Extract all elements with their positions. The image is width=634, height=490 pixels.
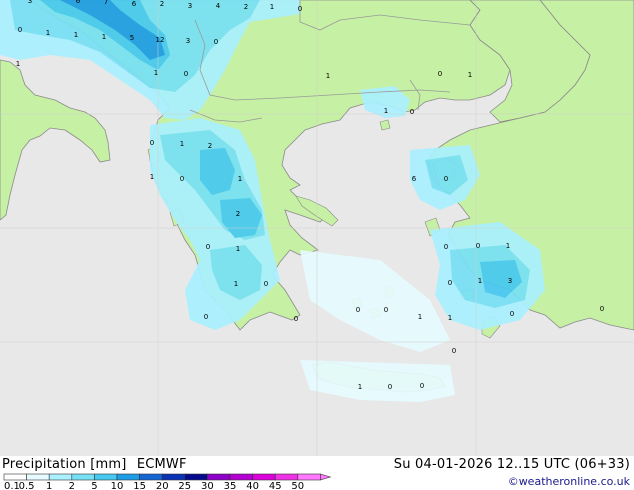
station-value: 7 xyxy=(104,0,108,6)
station-value: 1 xyxy=(150,173,154,181)
scale-color-box xyxy=(207,473,231,481)
station-value: 0 xyxy=(180,175,184,183)
scale-color-box xyxy=(161,473,186,481)
land-thasos xyxy=(379,119,391,131)
station-value: 0 xyxy=(420,382,424,390)
station-value: 1 xyxy=(180,140,184,148)
station-value: 2 xyxy=(208,142,212,150)
station-value: 3 xyxy=(508,277,512,285)
station-value: 2 xyxy=(160,0,164,8)
station-value: 1 xyxy=(468,71,472,79)
scale-overflow-arrow xyxy=(320,473,332,481)
station-value: 0 xyxy=(18,26,22,34)
station-value: 0 xyxy=(294,315,298,323)
station-value: 0 xyxy=(410,108,414,116)
scale-color-box xyxy=(297,473,321,481)
scale-tick-label: 0.1 xyxy=(4,481,20,490)
scale-tick-label: 20 xyxy=(156,481,169,490)
scale-tick-label: 5 xyxy=(91,481,97,490)
scale-tick-label: 0.5 xyxy=(19,481,35,490)
scale-tick-label: 15 xyxy=(133,481,146,490)
station-value: 0 xyxy=(206,243,210,251)
map-title: Precipitation [mm] ECMWF xyxy=(2,457,187,472)
scale-tick-label: 45 xyxy=(269,481,282,490)
scale-tick-label: 40 xyxy=(246,481,259,490)
station-value: 12 xyxy=(156,36,165,44)
scale-color-box xyxy=(26,473,50,481)
station-value: 0 xyxy=(356,306,360,314)
station-value: 1 xyxy=(326,72,330,80)
scale-color-box xyxy=(48,473,73,481)
station-value: 0 xyxy=(204,313,208,321)
station-value: 1 xyxy=(236,245,240,253)
station-value: 2 xyxy=(236,210,240,218)
station-value: 0 xyxy=(476,242,480,250)
scale-color-box xyxy=(229,473,253,481)
scale-color-boxes xyxy=(3,473,332,481)
scale-color-box xyxy=(184,473,208,481)
weather-map-view: 3 6 7 6 2 3 4 2 1 0 0 1 1 1 5 12 3 0 1 1 0 1 0 1 1 0 0 1 2 1 0 1 2 6 0 0 1 0 0… xyxy=(0,0,634,490)
station-value: 6 xyxy=(412,175,417,183)
station-value: 1 xyxy=(384,107,388,115)
station-value: 1 xyxy=(448,314,452,322)
station-value: 0 xyxy=(510,310,514,318)
scale-color-box xyxy=(94,473,118,481)
scale-color-box xyxy=(71,473,95,481)
station-value: 0 xyxy=(150,139,154,147)
station-value: 1 xyxy=(418,313,422,321)
station-value: 1 xyxy=(238,175,242,183)
station-value: 3 xyxy=(186,37,190,45)
scale-color-box xyxy=(139,473,163,481)
station-value: 0 xyxy=(444,175,448,183)
station-value: 1 xyxy=(358,383,362,391)
station-value: 1 xyxy=(74,31,78,39)
precipitation-color-scale: 0.10.5 1 2 5 10 15 20 25 30 35 40 45 50 xyxy=(3,473,332,490)
valid-time-label: Su 04-01-2026 12..15 UTC (06+33) xyxy=(393,457,630,472)
scale-tick-label: 50 xyxy=(291,481,304,490)
map-title-text: Precipitation [mm] xyxy=(2,457,127,472)
station-value: 0 xyxy=(264,280,268,288)
station-value: 6 xyxy=(76,0,81,5)
station-value: 0 xyxy=(600,305,604,313)
station-value: 5 xyxy=(130,34,134,42)
station-value: 0 xyxy=(448,279,452,287)
station-value: 0 xyxy=(388,383,392,391)
scale-tick-label: 2 xyxy=(69,481,75,490)
station-value: 1 xyxy=(478,277,482,285)
station-value: 0 xyxy=(298,5,302,13)
station-value: 1 xyxy=(102,33,106,41)
scale-tick-label: 30 xyxy=(201,481,214,490)
station-value: 2 xyxy=(244,3,248,11)
scale-color-box xyxy=(3,473,27,481)
credit-link[interactable]: ©weatheronline.co.uk xyxy=(508,475,630,488)
station-value: 1 xyxy=(506,242,510,250)
station-value: 6 xyxy=(132,0,137,8)
scale-tick-label: 25 xyxy=(178,481,191,490)
station-value: 0 xyxy=(384,306,388,314)
station-value: 0 xyxy=(214,38,218,46)
scale-color-box xyxy=(116,473,140,481)
station-value: 1 xyxy=(16,60,20,68)
station-value: 0 xyxy=(438,70,442,78)
scale-tick-label: 1 xyxy=(46,481,52,490)
station-value: 4 xyxy=(216,2,221,10)
station-value: 1 xyxy=(46,29,50,37)
scale-tick-labels: 0.10.5 1 2 5 10 15 20 25 30 35 40 45 50 xyxy=(4,481,304,490)
station-value: 0 xyxy=(444,243,448,251)
scale-color-box xyxy=(252,473,276,481)
map-model-name: ECMWF xyxy=(136,457,187,472)
precipitation-map: 3 6 7 6 2 3 4 2 1 00 1 1 1 5 12 3 011 0 1 0 11 00 1 21 0 126 00 1 0 0… xyxy=(0,0,634,456)
station-value: 0 xyxy=(452,347,456,355)
station-value: 3 xyxy=(188,2,192,10)
station-value: 0 xyxy=(184,70,188,78)
station-value: 1 xyxy=(270,3,274,11)
scale-color-box xyxy=(274,473,299,481)
station-value: 1 xyxy=(154,69,158,77)
scale-tick-label: 10 xyxy=(111,481,124,490)
station-value: 3 xyxy=(28,0,32,5)
station-value: 1 xyxy=(234,280,238,288)
scale-tick-label: 35 xyxy=(224,481,237,490)
